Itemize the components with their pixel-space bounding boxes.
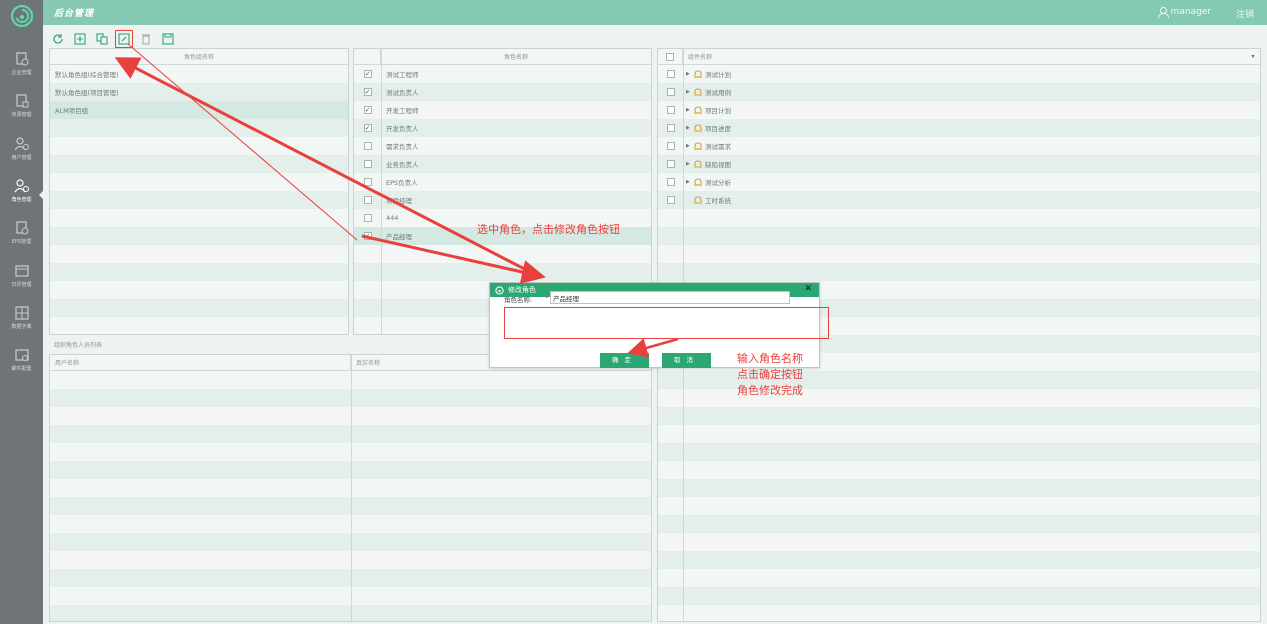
annotation-arrows [114,43,679,358]
arrow-to-confirm [627,337,679,358]
arrow-to-dialog [361,234,546,284]
arrow-to-edit-button [114,57,539,278]
arrow-line [127,43,358,241]
